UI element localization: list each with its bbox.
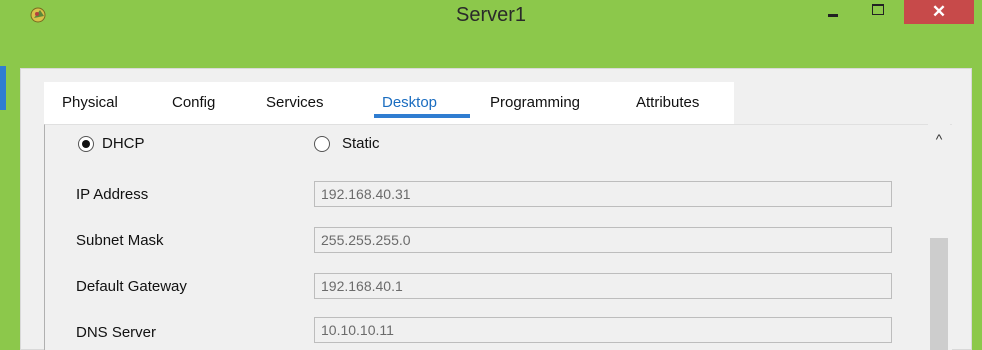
maximize-button[interactable] [858,0,898,24]
left-accent-strip [0,66,6,110]
tab-config[interactable]: Config [172,94,215,111]
dhcp-label: DHCP [102,135,145,152]
ip-address-field[interactable]: 192.168.40.31 [314,181,892,207]
title-bar[interactable]: Server1 ✕ [0,0,982,30]
app-window: Server1 ✕ Physical Config Services Deskt… [0,0,982,350]
tab-attributes[interactable]: Attributes [636,94,699,111]
default-gateway-field[interactable]: 192.168.40.1 [314,273,892,299]
minimize-button[interactable] [812,0,852,24]
tab-services[interactable]: Services [266,94,324,111]
dns-server-field[interactable]: 10.10.10.11 [314,317,892,343]
scroll-up-arrow-icon[interactable]: ^ [928,128,950,150]
static-label: Static [342,135,380,152]
ip-address-label: IP Address [76,186,149,203]
scrollbar-thumb[interactable] [930,238,948,350]
active-tab-indicator [374,114,470,118]
tab-physical[interactable]: Physical [62,94,118,111]
default-gateway-label: Default Gateway [76,278,187,295]
static-radio[interactable] [314,136,330,152]
subnet-mask-label: Subnet Mask [76,232,164,249]
tab-programming[interactable]: Programming [490,94,580,111]
dhcp-radio[interactable] [78,136,94,152]
subnet-mask-field[interactable]: 255.255.255.0 [314,227,892,253]
close-button[interactable]: ✕ [904,0,974,24]
dns-server-label: DNS Server [76,324,157,341]
tab-desktop[interactable]: Desktop [382,94,437,111]
